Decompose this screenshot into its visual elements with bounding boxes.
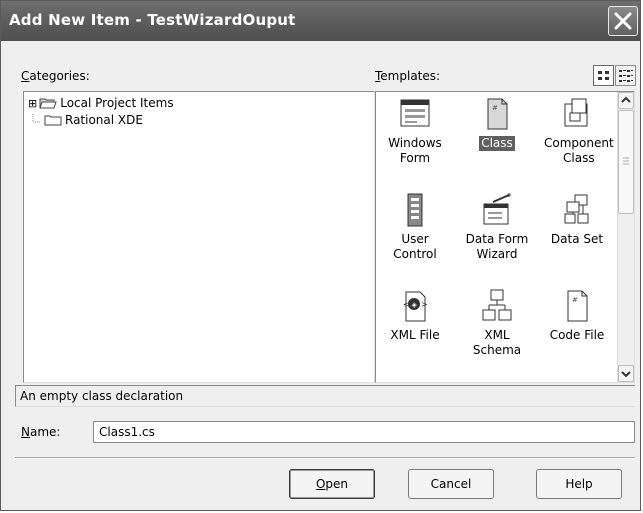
- large-icons-view-icon: [598, 71, 609, 80]
- svg-text:#: #: [492, 104, 498, 112]
- svg-text:◈: ◈: [412, 301, 418, 309]
- grip-icon: [623, 157, 629, 165]
- folder-icon: [44, 115, 62, 126]
- help-button[interactable]: Help: [536, 469, 622, 499]
- template-caption: XML File: [390, 328, 440, 342]
- name-input[interactable]: [93, 421, 635, 443]
- tree-item-label: Rational XDE: [65, 113, 143, 127]
- tree-item-rational-xde[interactable]: Rational XDE: [32, 112, 143, 128]
- template-code-file[interactable]: # Code File: [542, 288, 612, 343]
- svg-text:>: >: [421, 300, 428, 309]
- title-bar[interactable]: Add New Item - TestWizardOuput: [1, 1, 640, 41]
- template-data-form-wizard[interactable]: Data Form Wizard: [462, 192, 532, 262]
- windows-form-icon: [400, 99, 430, 127]
- templates-list[interactable]: Windows Form # Class Component Class Use…: [375, 91, 635, 383]
- component-class-icon: [564, 98, 588, 127]
- chevron-down-icon: [621, 371, 631, 378]
- data-set-icon: [564, 194, 589, 224]
- tree-item-label: Local Project Items: [60, 96, 174, 110]
- folder-open-icon: [39, 98, 57, 109]
- template-class[interactable]: # Class: [462, 96, 532, 151]
- chevron-up-icon: [621, 96, 631, 103]
- template-caption: Data Set: [550, 232, 604, 246]
- xml-file-icon: ◈ < >: [403, 291, 428, 322]
- template-caption: User Control: [393, 232, 437, 261]
- scroll-down-button[interactable]: [618, 365, 634, 382]
- template-windows-form[interactable]: Windows Form: [380, 96, 450, 166]
- template-xml-file[interactable]: ◈ < > XML File: [380, 288, 450, 343]
- templates-label: Templates:: [375, 69, 441, 83]
- cancel-button[interactable]: Cancel: [408, 469, 494, 499]
- scroll-thumb[interactable]: [618, 110, 634, 214]
- svg-text:#: #: [572, 296, 578, 304]
- template-caption: Component: [544, 136, 614, 150]
- add-new-item-dialog: Add New Item - TestWizardOuput Categorie…: [0, 0, 641, 511]
- template-caption: Class: [481, 136, 513, 150]
- template-caption: Windows: [388, 136, 442, 150]
- class-file-icon: #: [487, 98, 508, 130]
- separator: [15, 457, 635, 459]
- tree-item-local-project-items[interactable]: ⊞ Local Project Items: [28, 95, 174, 111]
- small-icons-view-button[interactable]: [615, 65, 636, 86]
- user-control-icon: [407, 193, 423, 227]
- small-icons-view-icon: [619, 70, 633, 82]
- template-description: An empty class declaration: [15, 385, 635, 407]
- template-data-set[interactable]: Data Set: [542, 192, 612, 247]
- code-file-icon: #: [567, 290, 588, 322]
- templates-scrollbar[interactable]: [617, 92, 634, 382]
- tree-line-icon: [32, 114, 41, 123]
- template-caption: XML: [484, 328, 510, 342]
- name-label: Name:: [21, 425, 61, 439]
- scroll-up-button[interactable]: [618, 92, 634, 109]
- template-xml-schema[interactable]: XML Schema: [462, 288, 532, 358]
- data-form-wizard-icon: [483, 193, 511, 225]
- template-caption: Code File: [549, 328, 605, 342]
- svg-text:<: <: [403, 300, 410, 309]
- xml-schema-icon: [482, 289, 512, 321]
- window-title: Add New Item - TestWizardOuput: [9, 11, 296, 29]
- close-button[interactable]: [608, 6, 638, 36]
- categories-label: Categories:: [21, 69, 90, 83]
- expand-icon[interactable]: ⊞: [28, 98, 37, 109]
- open-button[interactable]: Open: [289, 469, 375, 499]
- close-icon: [614, 12, 632, 30]
- categories-tree[interactable]: ⊞ Local Project Items Rational XDE: [23, 91, 375, 383]
- template-user-control[interactable]: User Control: [380, 192, 450, 262]
- large-icons-view-button[interactable]: [593, 65, 614, 86]
- template-component-class[interactable]: Component Class: [542, 96, 614, 166]
- template-caption: Data Form: [465, 232, 529, 246]
